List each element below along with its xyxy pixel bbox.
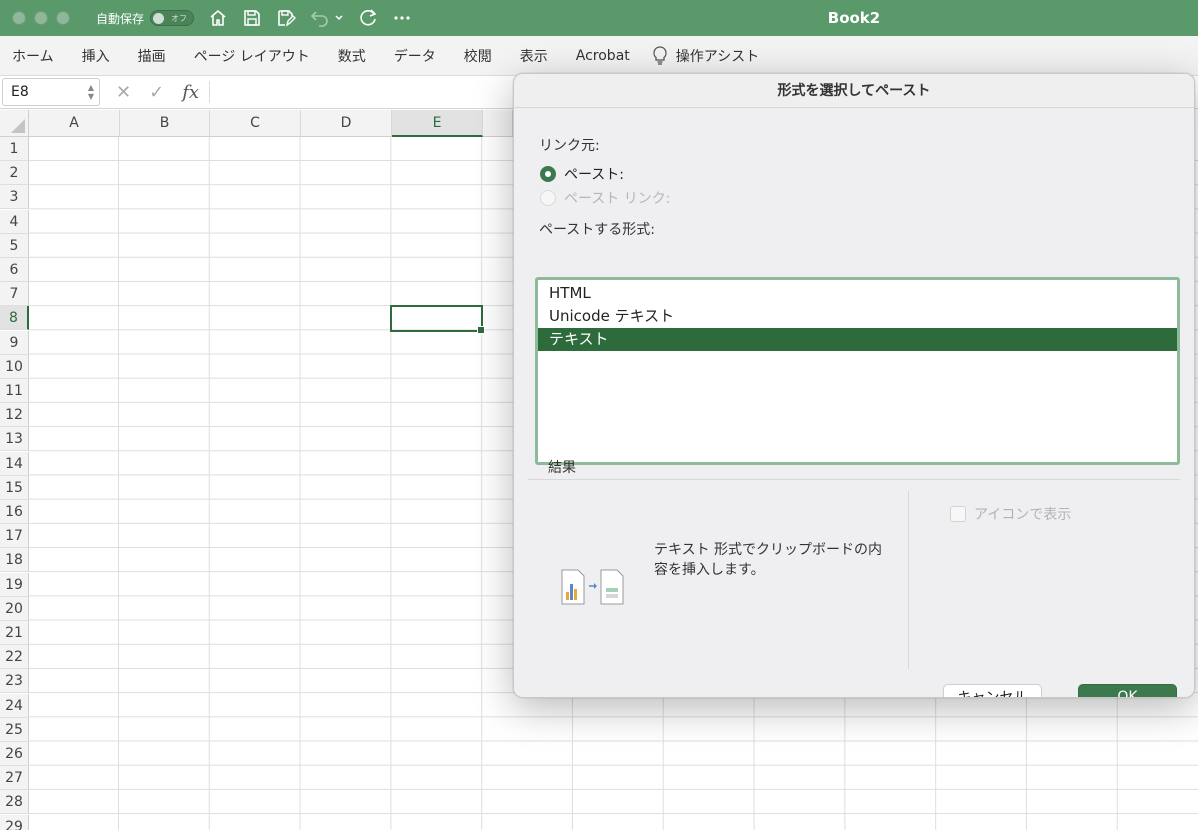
insert-function-icon[interactable]: fx bbox=[182, 82, 199, 103]
tab-data[interactable]: データ bbox=[394, 46, 436, 66]
tab-acrobat[interactable]: Acrobat bbox=[576, 48, 630, 64]
paste-special-dialog: 形式を選択してペースト リンク元: ペースト: ペースト リンク: ペーストする… bbox=[513, 73, 1195, 698]
close-window-button[interactable] bbox=[12, 11, 26, 25]
autosave-toggle[interactable]: オフ bbox=[150, 10, 195, 26]
cancel-button[interactable]: キャンセル bbox=[943, 684, 1042, 697]
row-header[interactable]: 13 bbox=[0, 427, 29, 452]
paste-link-radio: ペースト リンク: bbox=[540, 188, 670, 208]
format-listbox[interactable]: HTML Unicode テキスト テキスト bbox=[535, 277, 1180, 465]
column-header[interactable]: B bbox=[120, 110, 210, 137]
column-header[interactable]: C bbox=[210, 110, 301, 137]
paste-radio-label: ペースト: bbox=[564, 167, 625, 183]
row-header[interactable]: 26 bbox=[0, 742, 29, 766]
paste-link-radio-label: ペースト リンク: bbox=[564, 191, 671, 207]
save-icon[interactable] bbox=[242, 8, 262, 28]
active-cell[interactable] bbox=[390, 305, 485, 334]
row-header[interactable]: 7 bbox=[0, 282, 29, 307]
format-option-text[interactable]: テキスト bbox=[538, 328, 1177, 351]
home-icon[interactable] bbox=[208, 8, 228, 28]
row-header[interactable]: 12 bbox=[0, 403, 29, 428]
paste-result-icon bbox=[560, 566, 628, 610]
more-options-icon[interactable] bbox=[392, 8, 412, 28]
tab-insert[interactable]: 挿入 bbox=[82, 46, 110, 66]
row-header[interactable]: 25 bbox=[0, 717, 29, 742]
dialog-body: リンク元: ペースト: ペースト リンク: ペーストする形式: HTML Uni… bbox=[514, 108, 1194, 697]
tab-review[interactable]: 校閲 bbox=[464, 46, 492, 66]
autosave-state: オフ bbox=[171, 13, 188, 23]
undo-dropdown-chevron-icon[interactable] bbox=[334, 8, 344, 28]
tab-page-layout[interactable]: ページ レイアウト bbox=[194, 46, 310, 66]
tab-view[interactable]: 表示 bbox=[520, 46, 548, 66]
minimize-window-button[interactable] bbox=[34, 11, 48, 25]
row-header[interactable]: 5 bbox=[0, 233, 29, 258]
tab-formulas[interactable]: 数式 bbox=[338, 46, 366, 66]
format-list-label: ペーストする形式: bbox=[539, 222, 656, 238]
row-header[interactable]: 22 bbox=[0, 645, 29, 670]
undo-icon[interactable] bbox=[310, 8, 330, 28]
autosave-label: 自動保存 bbox=[96, 11, 145, 26]
row-header[interactable]: 1 bbox=[0, 137, 29, 161]
quick-access-toolbar bbox=[208, 8, 412, 28]
vertical-divider bbox=[908, 491, 909, 669]
name-box-stepper-icon[interactable]: ▲ ▼ bbox=[88, 83, 94, 101]
zoom-window-button[interactable] bbox=[56, 11, 70, 25]
result-description: テキスト 形式でクリップボードの内容を挿入します。 bbox=[654, 542, 883, 578]
format-option-unicode-text[interactable]: Unicode テキスト bbox=[538, 305, 1177, 328]
row-header[interactable]: 20 bbox=[0, 596, 29, 621]
row-header[interactable]: 18 bbox=[0, 548, 29, 573]
window-controls bbox=[12, 11, 70, 25]
link-source-label: リンク元: bbox=[539, 138, 600, 154]
autosave-control: 自動保存 オフ bbox=[96, 10, 195, 27]
row-header[interactable]: 16 bbox=[0, 500, 29, 524]
name-box-value: E8 bbox=[11, 84, 29, 100]
show-as-icon-label: アイコンで表示 bbox=[974, 507, 1072, 523]
row-header[interactable]: 3 bbox=[0, 185, 29, 210]
row-header[interactable]: 6 bbox=[0, 258, 29, 282]
ribbon-tabs: ホーム 挿入 描画 ページ レイアウト 数式 データ 校閲 表示 Acrobat… bbox=[0, 36, 1198, 76]
save-as-icon[interactable] bbox=[276, 8, 297, 28]
tab-home[interactable]: ホーム bbox=[12, 46, 54, 66]
tell-me-search[interactable]: 操作アシスト bbox=[652, 45, 760, 66]
redo-icon[interactable] bbox=[358, 8, 378, 28]
cancel-entry-icon[interactable]: ✕ bbox=[116, 82, 131, 103]
row-header[interactable]: 19 bbox=[0, 572, 29, 597]
row-header[interactable]: 21 bbox=[0, 621, 29, 645]
tab-draw[interactable]: 描画 bbox=[138, 46, 166, 66]
column-header[interactable]: A bbox=[29, 110, 120, 137]
column-header[interactable]: D bbox=[301, 110, 392, 137]
row-header-selected[interactable]: 8 bbox=[0, 306, 29, 331]
paste-radio[interactable]: ペースト: bbox=[540, 164, 624, 184]
row-header[interactable]: 10 bbox=[0, 354, 29, 379]
lightbulb-icon bbox=[653, 45, 667, 65]
column-header[interactable] bbox=[483, 110, 513, 137]
row-header[interactable]: 11 bbox=[0, 379, 29, 403]
result-label: 結果 bbox=[548, 460, 576, 476]
checkbox-disabled-icon bbox=[950, 506, 966, 522]
row-header[interactable]: 9 bbox=[0, 330, 29, 355]
row-header[interactable]: 24 bbox=[0, 693, 29, 718]
row-header[interactable]: 4 bbox=[0, 209, 29, 234]
row-header[interactable]: 23 bbox=[0, 669, 29, 694]
title-bar: 自動保存 オフ Book2 bbox=[0, 0, 1198, 36]
row-header[interactable]: 17 bbox=[0, 524, 29, 549]
row-header[interactable]: 29 bbox=[0, 814, 29, 830]
row-header[interactable]: 14 bbox=[0, 451, 29, 476]
row-header[interactable]: 2 bbox=[0, 161, 29, 186]
tell-me-label: 操作アシスト bbox=[675, 48, 760, 65]
column-header-selected[interactable]: E bbox=[392, 110, 483, 137]
dialog-title: 形式を選択してペースト bbox=[514, 74, 1194, 108]
section-divider bbox=[528, 479, 1180, 480]
confirm-entry-icon[interactable]: ✓ bbox=[149, 82, 164, 103]
row-header[interactable]: 27 bbox=[0, 766, 29, 791]
radio-selected-icon bbox=[540, 166, 556, 182]
radio-disabled-icon bbox=[540, 190, 556, 206]
select-all-corner[interactable] bbox=[0, 110, 29, 137]
row-header[interactable]: 15 bbox=[0, 475, 29, 500]
show-as-icon-checkbox: アイコンで表示 bbox=[950, 504, 1071, 524]
ok-button[interactable]: OK bbox=[1078, 684, 1177, 697]
format-option-html[interactable]: HTML bbox=[538, 282, 1177, 305]
row-header[interactable]: 28 bbox=[0, 790, 29, 815]
name-box[interactable]: E8 ▲ ▼ bbox=[2, 78, 100, 106]
formula-bar-divider bbox=[209, 81, 211, 103]
